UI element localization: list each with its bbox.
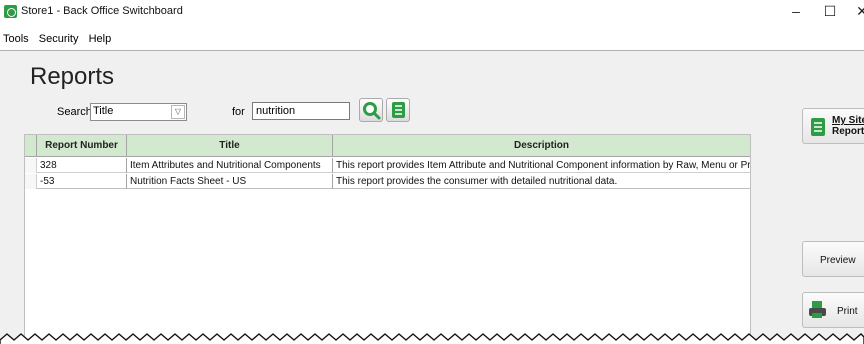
cell-number: -53 [37,174,127,189]
app-icon [4,5,17,18]
magnifier-icon [363,102,381,120]
cell-description: This report provides the consumer with d… [336,176,618,187]
my-site-label: My Site [832,115,864,126]
print-label: Print [837,306,858,317]
row-selector[interactable] [25,174,37,189]
table-row[interactable]: 328 Item Attributes and Nutritional Comp… [25,158,750,173]
cell-number: 328 [37,158,127,173]
col-report-number[interactable]: Report Number [37,135,127,157]
reports-table: Report Number Title Description 328 Item… [24,134,751,344]
page-title: Reports [30,63,115,90]
printer-icon [809,301,826,318]
title-bar: Store1 - Back Office Switchboard – ☐ ✕ [0,0,864,24]
minimize-button[interactable]: – [786,3,806,19]
col-title[interactable]: Title [127,135,333,157]
report-icon [811,118,825,136]
search-field-value: Title [93,105,114,117]
my-site-reports-button[interactable]: My Site Reports [802,108,864,144]
reports-panel: Reports Search Title ▽ for Report Number… [0,50,864,344]
table-header: Report Number Title Description [25,135,750,157]
menu-bar: Tools Security Help [0,33,115,49]
close-button[interactable]: ✕ [852,3,864,20]
torn-edge-decoration [0,333,864,344]
maximize-button[interactable]: ☐ [820,3,840,20]
window-title: Store1 - Back Office Switchboard [21,5,183,17]
table-row[interactable]: -53 Nutrition Facts Sheet - US This repo… [25,174,750,189]
chevron-down-icon[interactable]: ▽ [171,105,185,119]
print-button[interactable]: Print [802,292,864,328]
reports-label: Reports [832,126,864,137]
col-description[interactable]: Description [333,135,750,157]
search-input[interactable] [252,102,350,120]
cell-title: Item Attributes and Nutritional Componen… [127,158,333,173]
menu-security[interactable]: Security [39,33,79,45]
cell-title: Nutrition Facts Sheet - US [127,174,333,189]
search-field-select[interactable]: Title ▽ [90,103,187,121]
row-selector[interactable] [25,158,37,173]
list-button[interactable] [386,98,410,122]
cell-description: This report provides Item Attribute and … [336,160,750,171]
preview-button[interactable]: Preview [802,241,864,277]
menu-help[interactable]: Help [89,33,112,45]
menu-tools[interactable]: Tools [3,33,29,45]
search-label: Search [57,106,92,118]
row-selector-header [25,135,37,157]
for-label: for [232,106,245,118]
preview-label: Preview [820,255,856,266]
document-list-icon [392,102,405,118]
search-button[interactable] [359,98,383,122]
